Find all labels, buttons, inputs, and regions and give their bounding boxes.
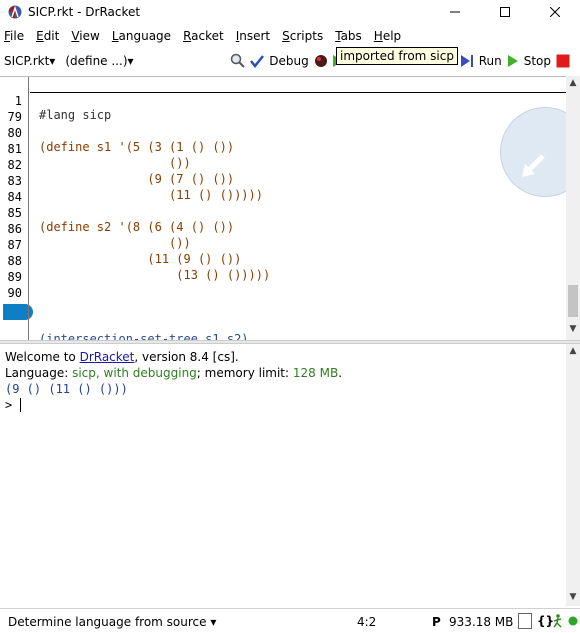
window-title: SICP.rkt - DrRacket xyxy=(28,5,141,19)
code-line: 85 (define s2 '(8 (6 (4 () ()) xyxy=(7,206,235,234)
repl-scrollbar[interactable]: ▲ ▼ xyxy=(566,344,580,606)
stop-icon[interactable] xyxy=(556,54,570,68)
menu-help[interactable]: Help xyxy=(374,29,401,43)
close-button[interactable] xyxy=(530,0,580,24)
scroll-down-icon[interactable]: ▼ xyxy=(566,324,580,334)
drracket-logo-icon xyxy=(8,5,22,19)
menu-file[interactable]: File xyxy=(4,29,24,43)
menu-tabs[interactable]: Tabs xyxy=(335,29,362,43)
code-line: 84 xyxy=(7,190,22,204)
code-line: 89 xyxy=(7,270,22,284)
status-bar: Determine language from source ▾ 4:2 P 9… xyxy=(0,608,580,633)
interactions-pane[interactable]: Welcome to DrRacket, version 8.4 [cs]. L… xyxy=(0,344,566,606)
gutter-divider xyxy=(28,77,29,340)
code-line: 92 (intersection-set-tree s1 s2) xyxy=(7,318,249,340)
editor-scrollbar[interactable]: ▲ ▼ xyxy=(566,76,580,340)
menu-bar: File Edit View Language Racket Insert Sc… xyxy=(0,26,580,46)
check-syntax-magnifier-icon[interactable] xyxy=(230,53,246,69)
lang-line: 1 #lang sicp xyxy=(14,94,112,122)
checkmark-icon[interactable] xyxy=(250,54,265,68)
scroll-down-icon[interactable]: ▼ xyxy=(566,592,580,602)
run-button[interactable]: Run xyxy=(479,54,502,68)
repl-output: (9 () (11 () ())) xyxy=(5,382,128,396)
memory-usage[interactable]: 933.18 MB xyxy=(449,615,513,629)
code-line: 79 xyxy=(7,110,22,124)
code-line: 90 xyxy=(7,286,22,300)
editor-scroll-thumb[interactable] xyxy=(568,285,578,317)
menu-language[interactable]: Language xyxy=(112,29,171,43)
file-dropdown[interactable]: SICP.rkt▾ xyxy=(4,54,55,68)
repl-prompt: > xyxy=(5,398,13,412)
menu-insert[interactable]: Insert xyxy=(236,29,270,43)
menu-scripts[interactable]: Scripts xyxy=(282,29,323,43)
run-icon[interactable] xyxy=(507,54,519,68)
code-line: 83 (11 () ())))) xyxy=(7,174,263,202)
running-figure-icon xyxy=(553,614,578,628)
lang-separator xyxy=(30,92,566,93)
debug-bug-icon[interactable] xyxy=(314,54,328,68)
code-line: 86 ()) xyxy=(7,222,191,250)
status-icons xyxy=(552,614,578,631)
code-line: 87 (11 (9 () ()) xyxy=(7,238,242,266)
title-bar: SICP.rkt - DrRacket xyxy=(0,0,580,24)
text-caret xyxy=(20,398,21,412)
cursor-position: 4:2 xyxy=(357,615,377,629)
menu-edit[interactable]: Edit xyxy=(36,29,59,43)
stop-button[interactable]: Stop xyxy=(524,54,551,68)
toolbar: SICP.rkt▾ (define ...)▾ Debug Run Stop xyxy=(0,49,580,73)
close-icon xyxy=(550,7,560,17)
code-line: 81 ()) xyxy=(7,142,191,170)
scroll-up-icon[interactable]: ▲ xyxy=(566,78,580,88)
definitions-editor[interactable]: 1 #lang sicp 79 80 (define s1 '(5 (3 (1 … xyxy=(0,76,566,340)
language-selector[interactable]: Determine language from source ▾ xyxy=(8,615,216,629)
tooltip: imported from sicp xyxy=(336,47,458,65)
drracket-link[interactable]: DrRacket xyxy=(80,350,135,364)
welcome-line: Welcome to DrRacket, version 8.4 [cs]. xyxy=(5,350,239,364)
define-dropdown[interactable]: (define ...)▾ xyxy=(65,54,133,68)
maximize-button[interactable] xyxy=(480,0,530,24)
code-line: 88 (13 () ())))) xyxy=(7,254,271,282)
scroll-up-icon[interactable]: ▲ xyxy=(566,346,580,356)
code-line: 82 (9 (7 () ()) xyxy=(7,158,235,186)
language-line: Language: sicp, with debugging; memory l… xyxy=(5,366,343,380)
minimize-button[interactable] xyxy=(430,0,480,24)
code-line: 80 (define s1 '(5 (3 (1 () ()) xyxy=(7,126,235,154)
gc-indicator xyxy=(518,613,532,629)
step-arrow-icon[interactable] xyxy=(460,54,474,68)
minimize-icon xyxy=(450,11,460,13)
mode-indicator: P xyxy=(432,615,441,629)
menu-racket[interactable]: Racket xyxy=(183,29,224,43)
debug-button[interactable]: Debug xyxy=(269,54,308,68)
menu-view[interactable]: View xyxy=(71,29,99,43)
maximize-icon xyxy=(500,7,510,17)
code-line: 91 xyxy=(0,288,566,316)
